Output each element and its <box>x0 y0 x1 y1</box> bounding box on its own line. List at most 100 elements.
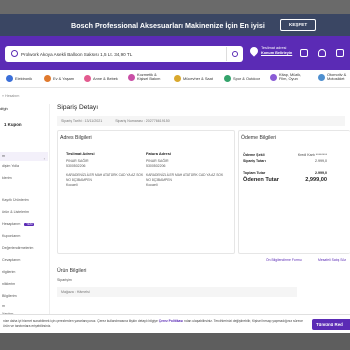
books-icon <box>270 73 277 81</box>
sidebar-item-orders[interactable]: m › <box>0 152 48 161</box>
sidebar-item-misc[interactable]: m <box>2 304 5 308</box>
category-sports[interactable]: Spor & Outdoor <box>224 75 260 82</box>
promo-discover-button[interactable]: KEŞFET <box>280 19 317 31</box>
cosmetics-icon <box>128 73 135 81</box>
sidebar-user-name: dfgh <box>0 106 8 111</box>
reject-all-button[interactable]: Tümünü Red <box>312 319 350 330</box>
page-title: Sipariş Detayı <box>57 104 99 111</box>
order-amount-row: Sipariş Tutarı 2.999,0 <box>243 159 327 163</box>
payment-method-label: Ödeme Şekli <box>243 153 265 157</box>
category-electronics[interactable]: Elektronik <box>6 75 32 82</box>
cookie-text: nize daha iyi hizmet sunabilmek için çer… <box>3 319 303 328</box>
payment-card-title: Ödeme Bilgileri <box>241 135 277 141</box>
chevron-right-icon: › <box>43 156 45 161</box>
sidebar-item-coupons[interactable]: Kuponlarım <box>2 234 20 238</box>
sidebar-item-reviews[interactable]: klerim <box>2 176 12 180</box>
sidebar-item-label: Hesaplarım <box>2 222 21 226</box>
sidebar-item-info[interactable]: rilgilerim <box>2 270 15 274</box>
automotive-icon <box>318 73 325 81</box>
search-button[interactable] <box>226 47 242 61</box>
address-card-title: Adres Bilgileri <box>60 135 92 141</box>
order-meta: Sipariş Tarihi : 13/11/2021 Sipariş Numa… <box>57 116 345 126</box>
search-icon <box>231 51 238 57</box>
location-link[interactable]: Konum Belirleyin <box>261 51 292 55</box>
browser-frame: Bosch Professional Aksesuarları Makineni… <box>0 0 350 350</box>
payment-method-value: Kredi Kartı ******** <box>297 153 327 157</box>
sidebar-item-accounts[interactable]: Hesaplarım YENİ <box>2 222 35 226</box>
breadcrumb[interactable]: « Hesabım <box>2 94 19 98</box>
order-number: Sipariş Numarası : 202776619150 <box>115 119 170 123</box>
order-amount-value: 2.999,0 <box>315 159 327 163</box>
cookie-policy-link[interactable]: Çerez Politikası <box>159 319 183 323</box>
category-home[interactable]: Ev & Yaşam <box>44 75 74 82</box>
home-icon <box>44 75 51 82</box>
delivery-address-line: KARADENİZLİLER MAH ATATÜRK CAD YA AZ SOK… <box>66 173 144 182</box>
invoice-name: PINAR SAĞIR <box>146 159 169 163</box>
invoice-address-line: KARADENİZLİLER MAH ATATÜRK CAD YA AZ SOK… <box>146 173 224 182</box>
sidebar-item-evaluations[interactable]: Değerlendirmelerim <box>2 246 33 250</box>
location-pin-icon <box>248 45 260 57</box>
order-date: Sipariş Tarihi : 13/11/2021 <box>61 119 103 123</box>
distance-sales-link[interactable]: Mesafeli Satış Söz <box>318 258 346 262</box>
sidebar-item-preferences[interactable]: nliklerim <box>2 282 15 286</box>
sports-icon <box>224 75 231 82</box>
window-chrome <box>0 0 350 14</box>
preinfo-form-link[interactable]: Ön Bilgilendirme Formu <box>266 258 302 262</box>
category-baby[interactable]: Anne & Bebek <box>84 75 118 82</box>
sidebar-item-send[interactable]: dişim Yolla <box>2 164 19 168</box>
new-badge: YENİ <box>24 223 35 226</box>
jewelry-icon <box>174 75 181 82</box>
total-amount-label: Toplam Tutar <box>243 171 266 175</box>
sidebar-item-saved[interactable]: Kayıtlı Ürünlerim <box>2 198 29 202</box>
products-subtitle: Siparişim <box>57 278 72 282</box>
payment-method-row: Ödeme Şekli Kredi Kartı ******** <box>243 153 327 157</box>
location-text: Teslimat adresi Konum Belirleyin <box>261 46 292 56</box>
delivery-city: Kocaeli <box>66 183 78 188</box>
account-sidebar: dfgh 1 Kupon m › dişim Yolla klerim Kayı… <box>0 104 50 316</box>
total-amount-row: Toplam Tutar 2.999,0 <box>243 171 327 175</box>
page-body: « Hesabım dfgh 1 Kupon m › dişim Yolla k… <box>0 88 350 316</box>
electronics-icon <box>6 75 13 82</box>
category-books[interactable]: Kitap, Müzik, Film, Oyun <box>270 72 305 82</box>
paid-amount-row: Ödenen Tutar 2,999,00 <box>243 177 327 183</box>
products-title: Ürün Bilgileri <box>57 268 87 274</box>
search-bar[interactable]: Prolwork Akoya Asekli Balloon Saksısı 1,… <box>5 46 243 62</box>
baby-icon <box>84 75 91 82</box>
delivery-phone: 5300502206 <box>66 164 86 168</box>
category-bar: Elektronik Ev & Yaşam Anne & Bebek Kozme… <box>0 70 350 88</box>
delivery-address-heading: Teslimat Adresi <box>66 151 95 156</box>
seller-row: Mağaza : Hämelsi <box>57 287 297 297</box>
promo-text: Bosch Professional Aksesuarları Makineni… <box>71 20 265 30</box>
search-icon <box>11 50 18 57</box>
invoice-phone: 5300502206 <box>146 164 166 168</box>
payment-card: Ödeme Bilgileri Ödeme Şekli Kredi Kartı … <box>238 130 350 254</box>
bell-icon[interactable] <box>318 49 326 57</box>
delivery-location[interactable]: Teslimat adresi Konum Belirleyin <box>248 45 292 57</box>
sidebar-item-lists[interactable]: ürün & Listelerim <box>2 210 29 214</box>
total-amount-value: 2.999,0 <box>315 171 327 175</box>
invoice-address: Fatura Adresi PINAR SAĞIR 5300502206 KAR… <box>146 151 226 187</box>
search-input[interactable]: Prolwork Akoya Asekli Balloon Saksısı 1,… <box>21 52 132 57</box>
sidebar-coupon-count[interactable]: 1 Kupon <box>4 122 22 127</box>
cart-icon[interactable] <box>336 49 344 57</box>
user-icon[interactable] <box>300 49 308 57</box>
invoice-city: Kocaeli <box>146 183 158 188</box>
cookie-banner: nize daha iyi hizmet sunabilmek için çer… <box>0 314 350 333</box>
paid-amount-value: 2,999,00 <box>305 177 327 183</box>
sidebar-item-label: m <box>2 154 5 158</box>
order-amount-label: Sipariş Tutarı <box>243 159 266 163</box>
invoice-address-heading: Fatura Adresi <box>146 151 171 156</box>
delivery-address: Teslimat Adresi PINAR SAĞIR 5300502206 K… <box>66 151 146 187</box>
window-chrome-bottom <box>0 333 350 350</box>
promo-banner[interactable]: Bosch Professional Aksesuarları Makineni… <box>0 14 350 36</box>
category-automotive[interactable]: Otomotiv & Motosiklet <box>318 72 350 82</box>
site-header: Prolwork Akoya Asekli Balloon Saksısı 1,… <box>0 36 350 70</box>
category-cosmetics[interactable]: Kozmetik & Kişisel Bakım <box>128 72 165 82</box>
address-card: Adres Bilgileri Teslimat Adresi PINAR SA… <box>57 130 235 254</box>
paid-amount-label: Ödenen Tutar <box>243 177 279 183</box>
delivery-name: PINAR SAĞIR <box>66 159 89 163</box>
sidebar-item-answers[interactable]: Cevaplarım <box>2 258 20 262</box>
location-label: Teslimat adresi <box>261 46 287 50</box>
category-jewelry[interactable]: Mücevher & Saat <box>174 75 213 82</box>
sidebar-item-details[interactable]: Bilgilerim <box>2 294 17 298</box>
